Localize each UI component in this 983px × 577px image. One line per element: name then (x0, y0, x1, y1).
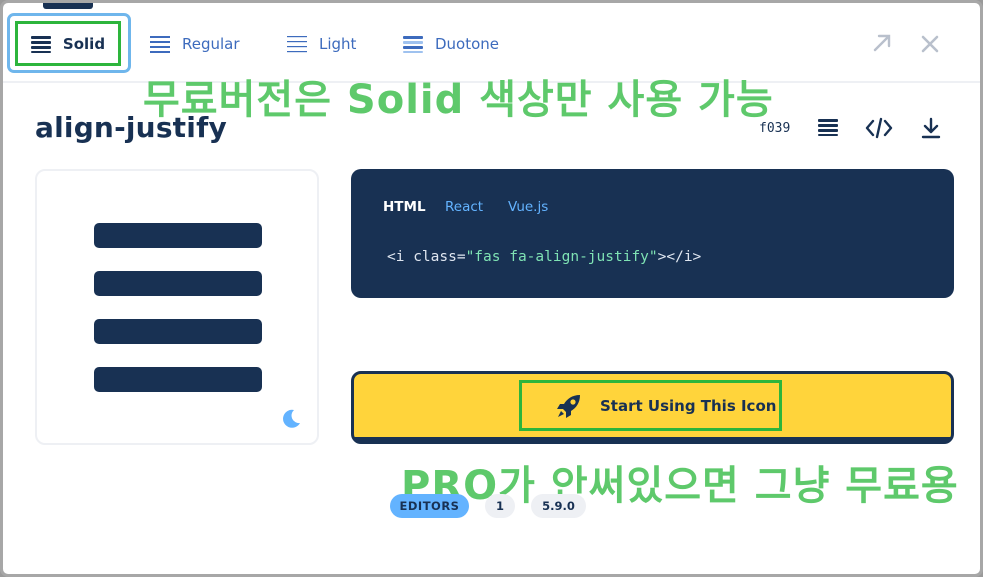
code-icon[interactable] (865, 117, 893, 139)
start-button-highlight: Start Using This Icon (519, 380, 782, 431)
code-tab-vue[interactable]: Vue.js (508, 199, 548, 215)
preview-bar (94, 367, 262, 392)
code-class-value: "fas fa-align-justify" (465, 249, 658, 265)
rocket-icon (557, 394, 580, 418)
tab-label: Regular (182, 35, 240, 53)
expand-icon[interactable] (872, 33, 892, 53)
align-justify-icon (287, 36, 307, 53)
tab-regular[interactable]: Regular (150, 27, 240, 61)
align-justify-icon (30, 35, 51, 53)
start-using-button[interactable]: Start Using This Icon (351, 371, 954, 444)
align-justify-icon[interactable] (818, 118, 838, 136)
code-snippet[interactable]: <i class="fas fa-align-justify"></i> (387, 249, 701, 265)
code-close: ></i> (657, 249, 702, 265)
moon-icon[interactable] (280, 408, 302, 430)
count-badge: 1 (485, 494, 515, 518)
version-badge: 5.9.0 (531, 494, 586, 518)
code-tab-html[interactable]: HTML (383, 199, 426, 215)
align-justify-icon (403, 36, 423, 53)
code-tab-react[interactable]: React (445, 199, 483, 215)
code-snippet-panel: HTML React Vue.js <i class="fas fa-align… (351, 169, 954, 298)
preview-bar (94, 223, 262, 248)
icon-detail-modal: Solid Regular Light Duotone 무료버전은 Solid … (0, 0, 983, 577)
editors-badge[interactable]: EDITORS (390, 494, 469, 518)
start-button-label: Start Using This Icon (600, 396, 777, 415)
icon-preview (35, 169, 319, 445)
active-tab-indicator (43, 3, 93, 9)
annotation-free-version: 무료버전은 Solid 색상만 사용 가능 (143, 77, 774, 123)
unicode-value[interactable]: f039 (759, 121, 790, 136)
tab-light[interactable]: Light (287, 27, 356, 61)
download-icon[interactable] (921, 117, 941, 139)
tab-duotone[interactable]: Duotone (403, 27, 499, 61)
preview-bar (94, 271, 262, 296)
tab-label: Duotone (435, 35, 500, 53)
tab-solid[interactable]: Solid (15, 21, 121, 66)
tab-label: Solid (62, 34, 106, 53)
code-open: <i class= (387, 249, 466, 265)
tab-label: Light (319, 35, 357, 53)
icon-title: align-justify (35, 111, 227, 144)
close-icon[interactable] (921, 35, 939, 53)
preview-bar (94, 319, 262, 344)
align-justify-icon (150, 36, 170, 53)
